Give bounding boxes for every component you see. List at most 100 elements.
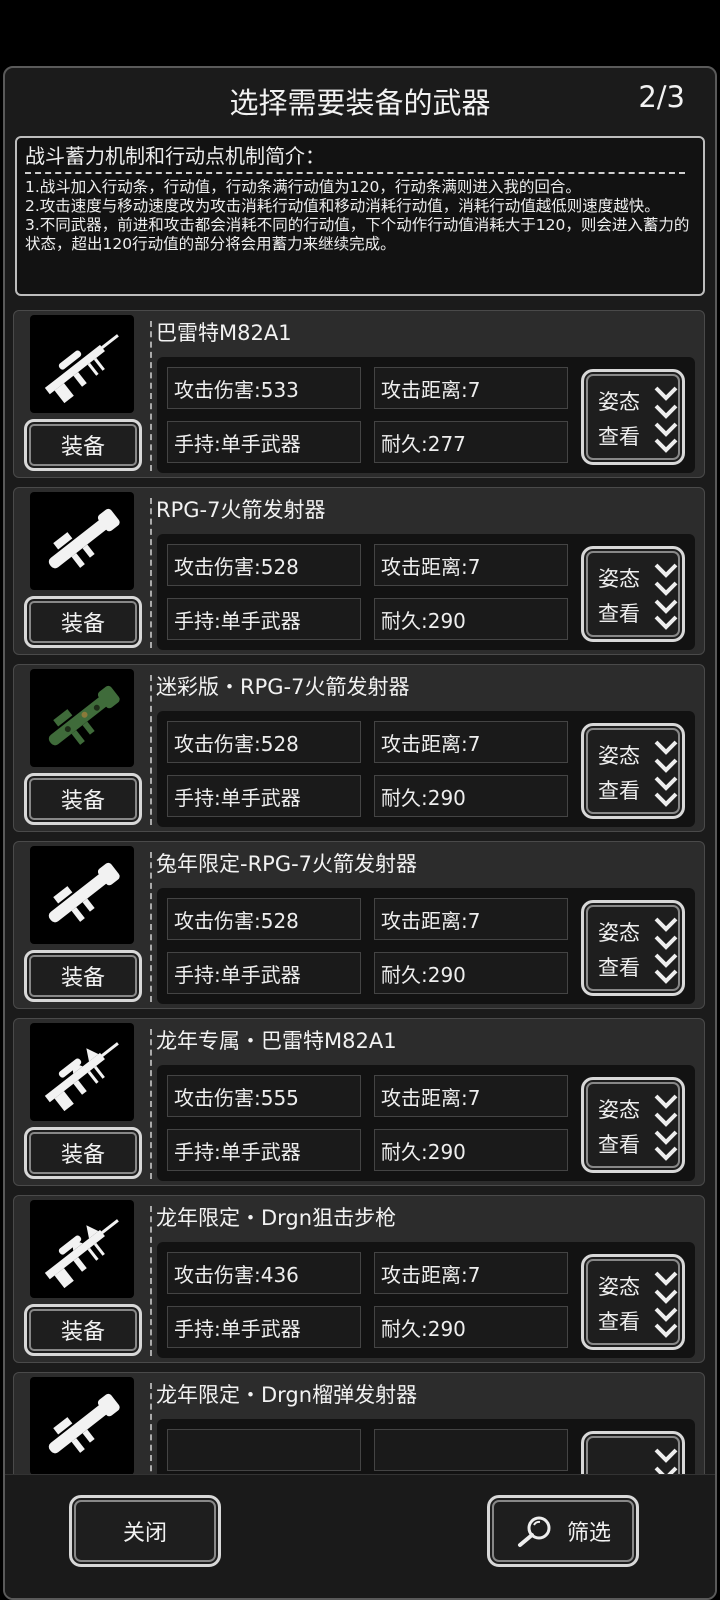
equip-button[interactable]: 装备 [24, 419, 142, 471]
page-title: 选择需要装备的武器 [229, 86, 491, 120]
equip-button-label: 装备 [60, 1320, 105, 1345]
card-divider [150, 852, 152, 1002]
posture-view-button[interactable]: 姿态 查看 [581, 723, 685, 819]
chevron-down-icon [654, 384, 678, 454]
view-label: 查看 [598, 956, 640, 980]
equip-button[interactable]: 装备 [24, 1127, 142, 1179]
stat-hold: 手持:单手武器 [167, 952, 361, 994]
stat-hold: 手持:单手武器 [167, 598, 361, 640]
weapon-select-panel: 选择需要装备的武器 2/3 战斗蓄力机制和行动点机制简介： 1.战斗加入行动条，… [3, 66, 717, 1600]
equip-button-label: 装备 [60, 966, 105, 991]
stat-hold: 手持:单手武器 [167, 1306, 361, 1348]
dragon-sniper-icon [30, 1200, 134, 1298]
stat-hold: 手持:单手武器 [167, 1129, 361, 1171]
weapon-stats: 攻击伤害:528 攻击距离:7 手持:单手武器 耐久:290 姿态 查看 [157, 888, 695, 1004]
stat-range: 攻击距离:7 [374, 898, 568, 940]
posture-label: 姿态 [598, 1275, 640, 1299]
page-indicator: 2/3 [638, 80, 685, 114]
weapon-card: 装备 龙年限定・Drgn狙击步枪 攻击伤害:436 攻击距离:7 手持:单手武器 耐久:2… [13, 1195, 705, 1363]
intro-divider [25, 172, 685, 174]
posture-label: 姿态 [598, 1098, 640, 1122]
weapon-stats: 攻击伤害:528 攻击距离:7 手持:单手武器 耐久:290 姿态查看 [157, 711, 695, 827]
chevron-down-icon [654, 1092, 678, 1162]
dragon-grenade-launcher-icon [30, 1377, 134, 1475]
view-label: 查看 [598, 1310, 640, 1334]
chevron-down-icon [654, 915, 678, 985]
stat-durability: 耐久:277 [374, 421, 568, 463]
weapon-stats: 攻击伤害:528 攻击距离:7 手持:单手武器 耐久:290 姿态 查看 [157, 534, 695, 650]
weapon-card: 装备 兔年限定-RPG-7火箭发射器攻击伤害:528 攻击距离:7 手持:单手武器 耐久… [13, 841, 705, 1009]
stat-range: 攻击距离:7 [374, 367, 568, 409]
equip-button[interactable]: 装备 [24, 1304, 142, 1356]
equip-button[interactable]: 装备 [24, 950, 142, 1002]
bottom-bar: 关闭 筛选 [5, 1474, 715, 1598]
stat-range: 攻击距离:7 [374, 1252, 568, 1294]
mechanics-intro: 战斗蓄力机制和行动点机制简介： 1.战斗加入行动条，行动值，行动条满行动值为12… [15, 136, 705, 296]
close-button[interactable]: 关闭 [69, 1495, 221, 1567]
chevron-down-icon [654, 561, 678, 631]
stat-damage: 攻击伤害:528 [167, 721, 361, 763]
weapon-card: 装备 RPG-7火箭发射器 攻击伤害:528 攻击距离:7 手持:单手武器 耐久:290 姿… [13, 487, 705, 655]
weapon-stats: 攻击伤害:436 攻击距离:7 手持:单手武器 耐久:290 姿态 查看 [157, 1242, 695, 1358]
stat-durability: 耐久:290 [374, 1306, 568, 1348]
intro-line-2: 2.攻击速度与移动速度改为攻击消耗行动值和移动消耗行动值，消耗行动值越低则速度越… [25, 197, 660, 215]
weapon-card: 装备 巴雷特M82A1 攻击伤害:533 攻击距离:7 手持:单手武器 耐久:277 姿态查… [13, 310, 705, 478]
intro-line-3: 3.不同武器，前进和攻击都会消耗不同的行动值，下个动作行动值消耗大于120，则会… [25, 216, 690, 253]
stat-range [374, 1429, 568, 1471]
weapon-stats: 攻击伤害:533 攻击距离:7 手持:单手武器 耐久:277 姿态查看 [157, 357, 695, 473]
posture-view-button[interactable]: 姿态 查看 [581, 369, 685, 465]
card-divider [150, 675, 152, 825]
posture-label: 姿态 [598, 744, 640, 768]
view-label: 查看 [598, 602, 640, 626]
view-label: 查看 [598, 779, 640, 803]
weapon-name: 迷彩版・RPG-7火箭发射器 [156, 675, 410, 699]
equip-button[interactable]: 装备 [24, 773, 142, 825]
stat-damage [167, 1429, 361, 1471]
card-divider [150, 321, 152, 471]
posture-view-button[interactable]: 姿态 查看 [581, 1254, 685, 1350]
posture-label: 姿态 [598, 567, 640, 591]
dragon-sniper-rifle-icon [30, 1023, 134, 1121]
chevron-down-icon [654, 1269, 678, 1339]
search-icon [515, 1513, 555, 1549]
posture-view-button[interactable]: 姿态 查看 [581, 546, 685, 642]
equip-button-label: 装备 [60, 435, 105, 460]
weapon-list[interactable]: 装备 巴雷特M82A1 攻击伤害:533 攻击距离:7 手持:单手武器 耐久:277 姿态查… [13, 310, 709, 1538]
weapon-name: 兔年限定-RPG-7火箭发射器 [156, 852, 418, 876]
stat-range: 攻击距离:7 [374, 1075, 568, 1117]
weapon-name: RPG-7火箭发射器 [156, 498, 326, 522]
card-divider [150, 1029, 152, 1179]
stat-damage: 攻击伤害:555 [167, 1075, 361, 1117]
view-label: 查看 [598, 425, 640, 449]
stat-durability: 耐久:290 [374, 952, 568, 994]
filter-button-label: 筛选 [566, 1521, 611, 1546]
camo-rocket-launcher-icon [30, 669, 134, 767]
close-button-label: 关闭 [122, 1521, 167, 1546]
posture-view-button[interactable]: 姿态 查看 [581, 900, 685, 996]
stat-range: 攻击距离:7 [374, 721, 568, 763]
intro-title: 战斗蓄力机制和行动点机制简介： [25, 144, 325, 168]
equip-button[interactable]: 装备 [24, 596, 142, 648]
header: 选择需要装备的武器 2/3 [5, 68, 715, 132]
weapon-card: 装备 龙年专属・巴雷特M82A1 攻击伤害:555 攻击距离:7 手持:单手武器 耐久:2… [13, 1018, 705, 1186]
chevron-down-icon [654, 738, 678, 808]
stat-damage: 攻击伤害:528 [167, 898, 361, 940]
weapon-stats: 攻击伤害:555 攻击距离:7 手持:单手武器 耐久:290 姿态查看 [157, 1065, 695, 1181]
equip-button-label: 装备 [60, 612, 105, 637]
intro-line-1: 1.战斗加入行动条，行动值，行动条满行动值为120，行动条满则进入我的回合。 [25, 178, 581, 196]
weapon-name: 龙年专属・巴雷特M82A1 [156, 1029, 397, 1053]
stat-durability: 耐久:290 [374, 598, 568, 640]
equip-button-label: 装备 [60, 1143, 105, 1168]
stat-durability: 耐久:290 [374, 775, 568, 817]
stat-durability: 耐久:290 [374, 1129, 568, 1171]
posture-view-button[interactable]: 姿态 查看 [581, 1077, 685, 1173]
weapon-name: 龙年限定・Drgn狙击步枪 [156, 1206, 397, 1230]
stat-hold: 手持:单手武器 [167, 421, 361, 463]
rocket-launcher-icon [30, 492, 134, 590]
stat-hold: 手持:单手武器 [167, 775, 361, 817]
stat-damage: 攻击伤害:533 [167, 367, 361, 409]
posture-label: 姿态 [598, 390, 640, 414]
equip-button-label: 装备 [60, 789, 105, 814]
filter-button[interactable]: 筛选 [487, 1495, 639, 1567]
view-label: 查看 [598, 1133, 640, 1157]
